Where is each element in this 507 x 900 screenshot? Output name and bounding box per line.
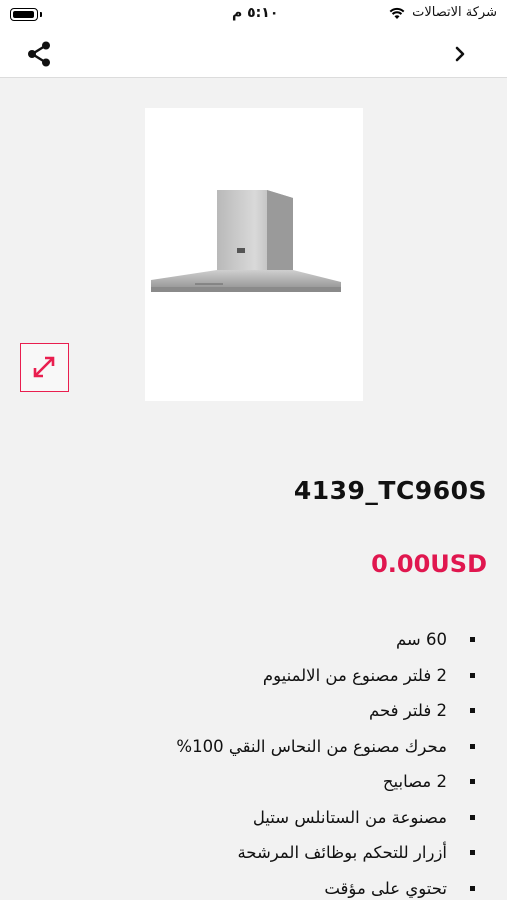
bullet-icon xyxy=(470,850,475,855)
feature-item: أزرار للتحكم بوظائف المرشحة xyxy=(37,835,477,871)
bullet-icon xyxy=(470,779,475,784)
chevron-right-icon xyxy=(455,46,465,62)
feature-list: 60 سم 2 فلتر مصنوع من الالمنيوم 2 فلتر ف… xyxy=(37,622,477,900)
bullet-icon xyxy=(470,885,475,891)
feature-text: 2 فلتر مصنوع من الالمنيوم xyxy=(262,665,447,685)
feature-text: مصنوعة من الستانلس ستيل xyxy=(252,807,447,827)
back-button[interactable] xyxy=(449,42,473,66)
bullet-icon xyxy=(470,814,475,820)
carrier-info: شركة الاتصالات xyxy=(388,5,497,20)
status-time: ٥:١٠ م xyxy=(232,5,279,21)
expand-image-button[interactable] xyxy=(20,343,69,392)
feature-item: مصنوعة من الستانلس ستيل xyxy=(37,800,477,836)
wifi-icon xyxy=(388,6,406,20)
product-title: 4139_TC960S xyxy=(293,476,487,505)
bullet-icon xyxy=(470,743,475,749)
status-bar: ٥:١٠ م شركة الاتصالات xyxy=(0,0,507,30)
battery-icon xyxy=(10,8,42,21)
feature-item: 2 فلتر مصنوع من الالمنيوم xyxy=(37,658,477,694)
share-icon xyxy=(28,41,50,67)
product-price: 0.00USD xyxy=(371,550,487,578)
feature-text: محرك مصنوع من النحاس النقي 100% xyxy=(176,736,447,756)
expand-icon xyxy=(33,356,55,378)
product-image[interactable] xyxy=(145,108,363,401)
feature-text: تحتوي على مؤقت xyxy=(324,878,447,898)
nav-bar xyxy=(0,30,507,78)
feature-text: 60 سم xyxy=(395,630,447,649)
feature-item: 60 سم xyxy=(37,622,477,658)
share-button[interactable] xyxy=(26,40,54,68)
feature-item: 2 مصابيح xyxy=(37,764,477,800)
bullet-icon xyxy=(470,637,475,642)
feature-text: 2 فلتر فحم xyxy=(369,701,447,720)
carrier-name: شركة الاتصالات xyxy=(412,5,497,20)
range-hood-image xyxy=(151,190,341,292)
feature-text: أزرار للتحكم بوظائف المرشحة xyxy=(237,843,447,862)
feature-item: 2 فلتر فحم xyxy=(37,693,477,729)
feature-item: تحتوي على مؤقت xyxy=(37,871,477,900)
feature-text: 2 مصابيح xyxy=(382,772,447,791)
bullet-icon xyxy=(470,672,475,678)
bullet-icon xyxy=(470,708,475,713)
feature-item: محرك مصنوع من النحاس النقي 100% xyxy=(37,729,477,765)
